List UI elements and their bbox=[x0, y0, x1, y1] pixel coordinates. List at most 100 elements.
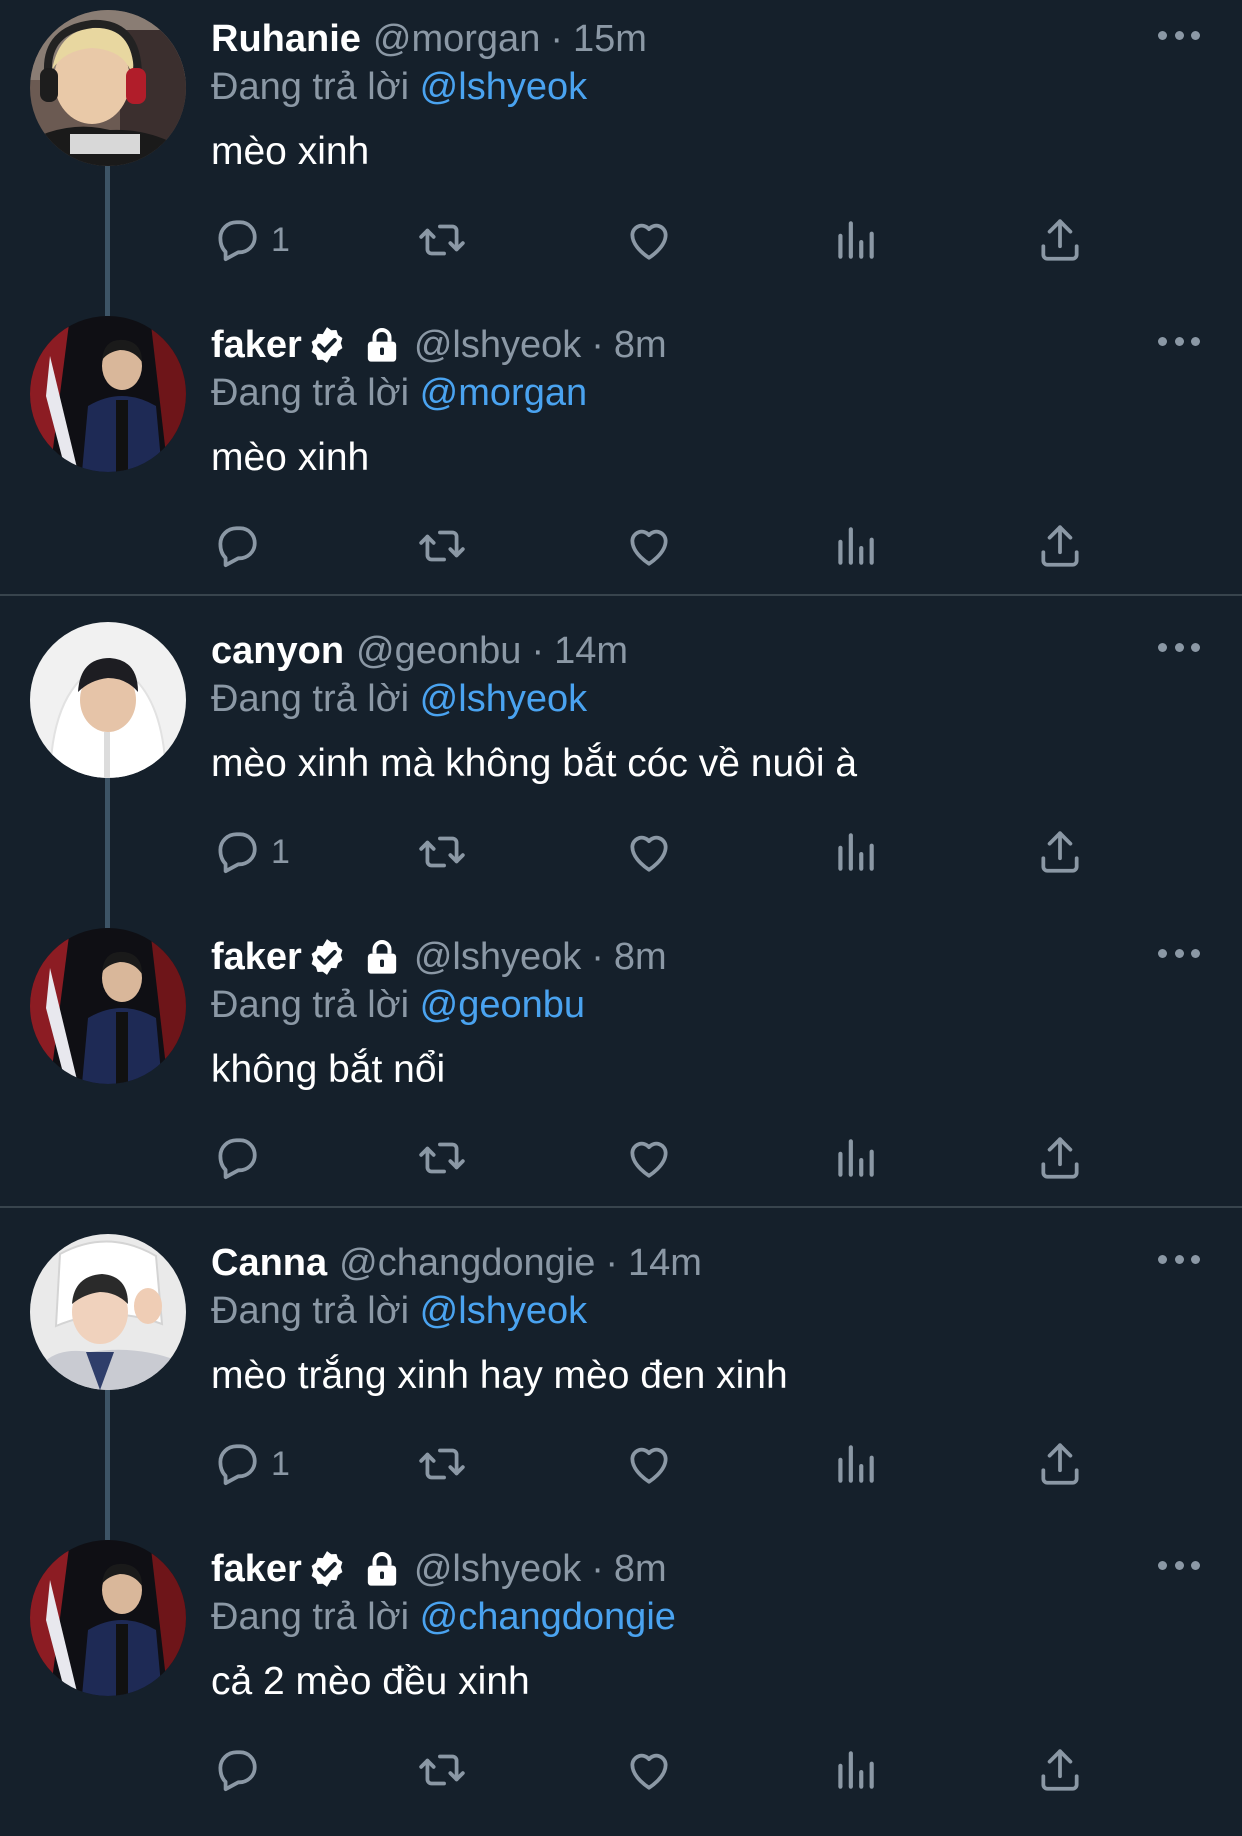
tweet[interactable]: faker @lshyeok · 8m Đang trả lời @morgan… bbox=[0, 306, 1242, 612]
reply-icon bbox=[218, 220, 257, 262]
heart-icon bbox=[630, 1447, 668, 1484]
tweet-header: faker @lshyeok · 8m bbox=[211, 1544, 667, 1594]
retweet-button[interactable] bbox=[417, 1128, 467, 1188]
retweet-button[interactable] bbox=[417, 1740, 467, 1800]
reply-prefix: Đang trả lời bbox=[211, 66, 410, 108]
user-handle[interactable]: @lshyeok bbox=[414, 320, 581, 370]
retweet-button[interactable] bbox=[417, 1434, 467, 1494]
reply-mention[interactable]: @morgan bbox=[420, 372, 587, 414]
like-button[interactable] bbox=[624, 1740, 674, 1800]
user-handle[interactable]: @lshyeok bbox=[414, 1544, 581, 1594]
more-options-icon[interactable] bbox=[1158, 1246, 1200, 1272]
timestamp[interactable]: 14m bbox=[628, 1238, 702, 1288]
reply-prefix: Đang trả lời bbox=[211, 984, 410, 1026]
share-button[interactable] bbox=[1035, 1740, 1085, 1800]
display-name[interactable]: canyon bbox=[211, 626, 344, 676]
avatar[interactable] bbox=[30, 1540, 186, 1696]
tweet-text: mèo xinh bbox=[211, 436, 370, 479]
reply-count: 1 bbox=[271, 832, 290, 871]
reply-button[interactable] bbox=[211, 516, 271, 576]
tweet-header: Ruhanie @morgan · 15m bbox=[211, 14, 647, 64]
share-button[interactable] bbox=[1035, 1128, 1085, 1188]
reply-prefix: Đang trả lời bbox=[211, 1290, 410, 1332]
like-button[interactable] bbox=[624, 210, 674, 270]
like-button[interactable] bbox=[624, 1434, 674, 1494]
action-bar: 1 bbox=[0, 1434, 1242, 1494]
reply-mention[interactable]: @lshyeok bbox=[420, 66, 587, 108]
timestamp[interactable]: 15m bbox=[573, 14, 647, 64]
share-button[interactable] bbox=[1035, 822, 1085, 882]
tweet[interactable]: faker @lshyeok · 8m Đang trả lời @changd… bbox=[0, 1530, 1242, 1836]
retweet-button[interactable] bbox=[417, 516, 467, 576]
avatar[interactable] bbox=[30, 622, 186, 778]
retweet-button[interactable] bbox=[417, 822, 467, 882]
tweet[interactable]: canyon @geonbu · 14m Đang trả lời @lshye… bbox=[0, 612, 1242, 928]
display-name[interactable]: Ruhanie bbox=[211, 14, 361, 64]
reply-mention[interactable]: @lshyeok bbox=[420, 678, 587, 720]
more-options-icon[interactable] bbox=[1158, 1552, 1200, 1578]
analytics-icon bbox=[838, 527, 874, 565]
views-button[interactable] bbox=[830, 1434, 880, 1494]
share-button[interactable] bbox=[1035, 210, 1085, 270]
reply-mention[interactable]: @changdongie bbox=[420, 1596, 676, 1638]
views-button[interactable] bbox=[830, 1740, 880, 1800]
more-options-icon[interactable] bbox=[1158, 328, 1200, 354]
reply-context: Đang trả lời @lshyeok bbox=[211, 674, 587, 724]
tweet[interactable]: Canna @changdongie · 14m Đang trả lời @l… bbox=[0, 1224, 1242, 1540]
share-button[interactable] bbox=[1035, 516, 1085, 576]
user-handle[interactable]: @lshyeok bbox=[414, 932, 581, 982]
retweet-button[interactable] bbox=[417, 210, 467, 270]
user-handle[interactable]: @morgan bbox=[373, 14, 540, 64]
timestamp[interactable]: 8m bbox=[614, 320, 667, 370]
display-name[interactable]: faker bbox=[211, 932, 302, 982]
reply-icon bbox=[218, 1138, 257, 1180]
tweet-header: Canna @changdongie · 14m bbox=[211, 1238, 702, 1288]
heart-icon bbox=[630, 1141, 668, 1178]
user-handle[interactable]: @geonbu bbox=[356, 626, 521, 676]
avatar[interactable] bbox=[30, 316, 186, 472]
tweet-text: không bắt nổi bbox=[211, 1048, 446, 1091]
reply-context: Đang trả lời @lshyeok bbox=[211, 62, 587, 112]
retweet-icon bbox=[419, 1754, 465, 1786]
reply-button[interactable]: 1 bbox=[211, 822, 290, 882]
display-name[interactable]: faker bbox=[211, 320, 302, 370]
reply-mention[interactable]: @lshyeok bbox=[420, 1290, 587, 1332]
more-options-icon[interactable] bbox=[1158, 940, 1200, 966]
reply-context: Đang trả lời @morgan bbox=[211, 368, 587, 418]
reply-button[interactable] bbox=[211, 1128, 271, 1188]
reply-button[interactable]: 1 bbox=[211, 1434, 290, 1494]
more-options-icon[interactable] bbox=[1158, 22, 1200, 48]
avatar[interactable] bbox=[30, 1234, 186, 1390]
tweet[interactable]: Ruhanie @morgan · 15m Đang trả lời @lshy… bbox=[0, 0, 1242, 316]
reply-button[interactable] bbox=[211, 1740, 271, 1800]
timestamp[interactable]: 8m bbox=[614, 932, 667, 982]
more-options-icon[interactable] bbox=[1158, 634, 1200, 660]
tweet-header: canyon @geonbu · 14m bbox=[211, 626, 628, 676]
avatar[interactable] bbox=[30, 10, 186, 166]
tweet-text: mèo xinh mà không bắt cóc về nuôi à bbox=[211, 742, 858, 785]
reply-feed: Ruhanie @morgan · 15m Đang trả lời @lshy… bbox=[0, 0, 1242, 1816]
separator-dot: · bbox=[550, 18, 563, 60]
tweet[interactable]: faker @lshyeok · 8m Đang trả lời @geonbu… bbox=[0, 918, 1242, 1224]
like-button[interactable] bbox=[624, 1128, 674, 1188]
retweet-icon bbox=[419, 836, 465, 868]
reply-icon bbox=[218, 1750, 257, 1792]
views-button[interactable] bbox=[830, 1128, 880, 1188]
views-button[interactable] bbox=[830, 516, 880, 576]
user-handle[interactable]: @changdongie bbox=[339, 1238, 595, 1288]
share-button[interactable] bbox=[1035, 1434, 1085, 1494]
avatar[interactable] bbox=[30, 928, 186, 1084]
retweet-icon bbox=[419, 1448, 465, 1480]
timestamp[interactable]: 8m bbox=[614, 1544, 667, 1594]
views-button[interactable] bbox=[830, 210, 880, 270]
display-name[interactable]: Canna bbox=[211, 1238, 327, 1288]
like-button[interactable] bbox=[624, 822, 674, 882]
reply-button[interactable]: 1 bbox=[211, 210, 290, 270]
like-button[interactable] bbox=[624, 516, 674, 576]
display-name[interactable]: faker bbox=[211, 1544, 302, 1594]
reply-mention[interactable]: @geonbu bbox=[420, 984, 585, 1026]
action-bar: 1 bbox=[0, 210, 1242, 270]
timestamp[interactable]: 14m bbox=[554, 626, 628, 676]
verified-badge-icon bbox=[311, 1551, 343, 1587]
views-button[interactable] bbox=[830, 822, 880, 882]
